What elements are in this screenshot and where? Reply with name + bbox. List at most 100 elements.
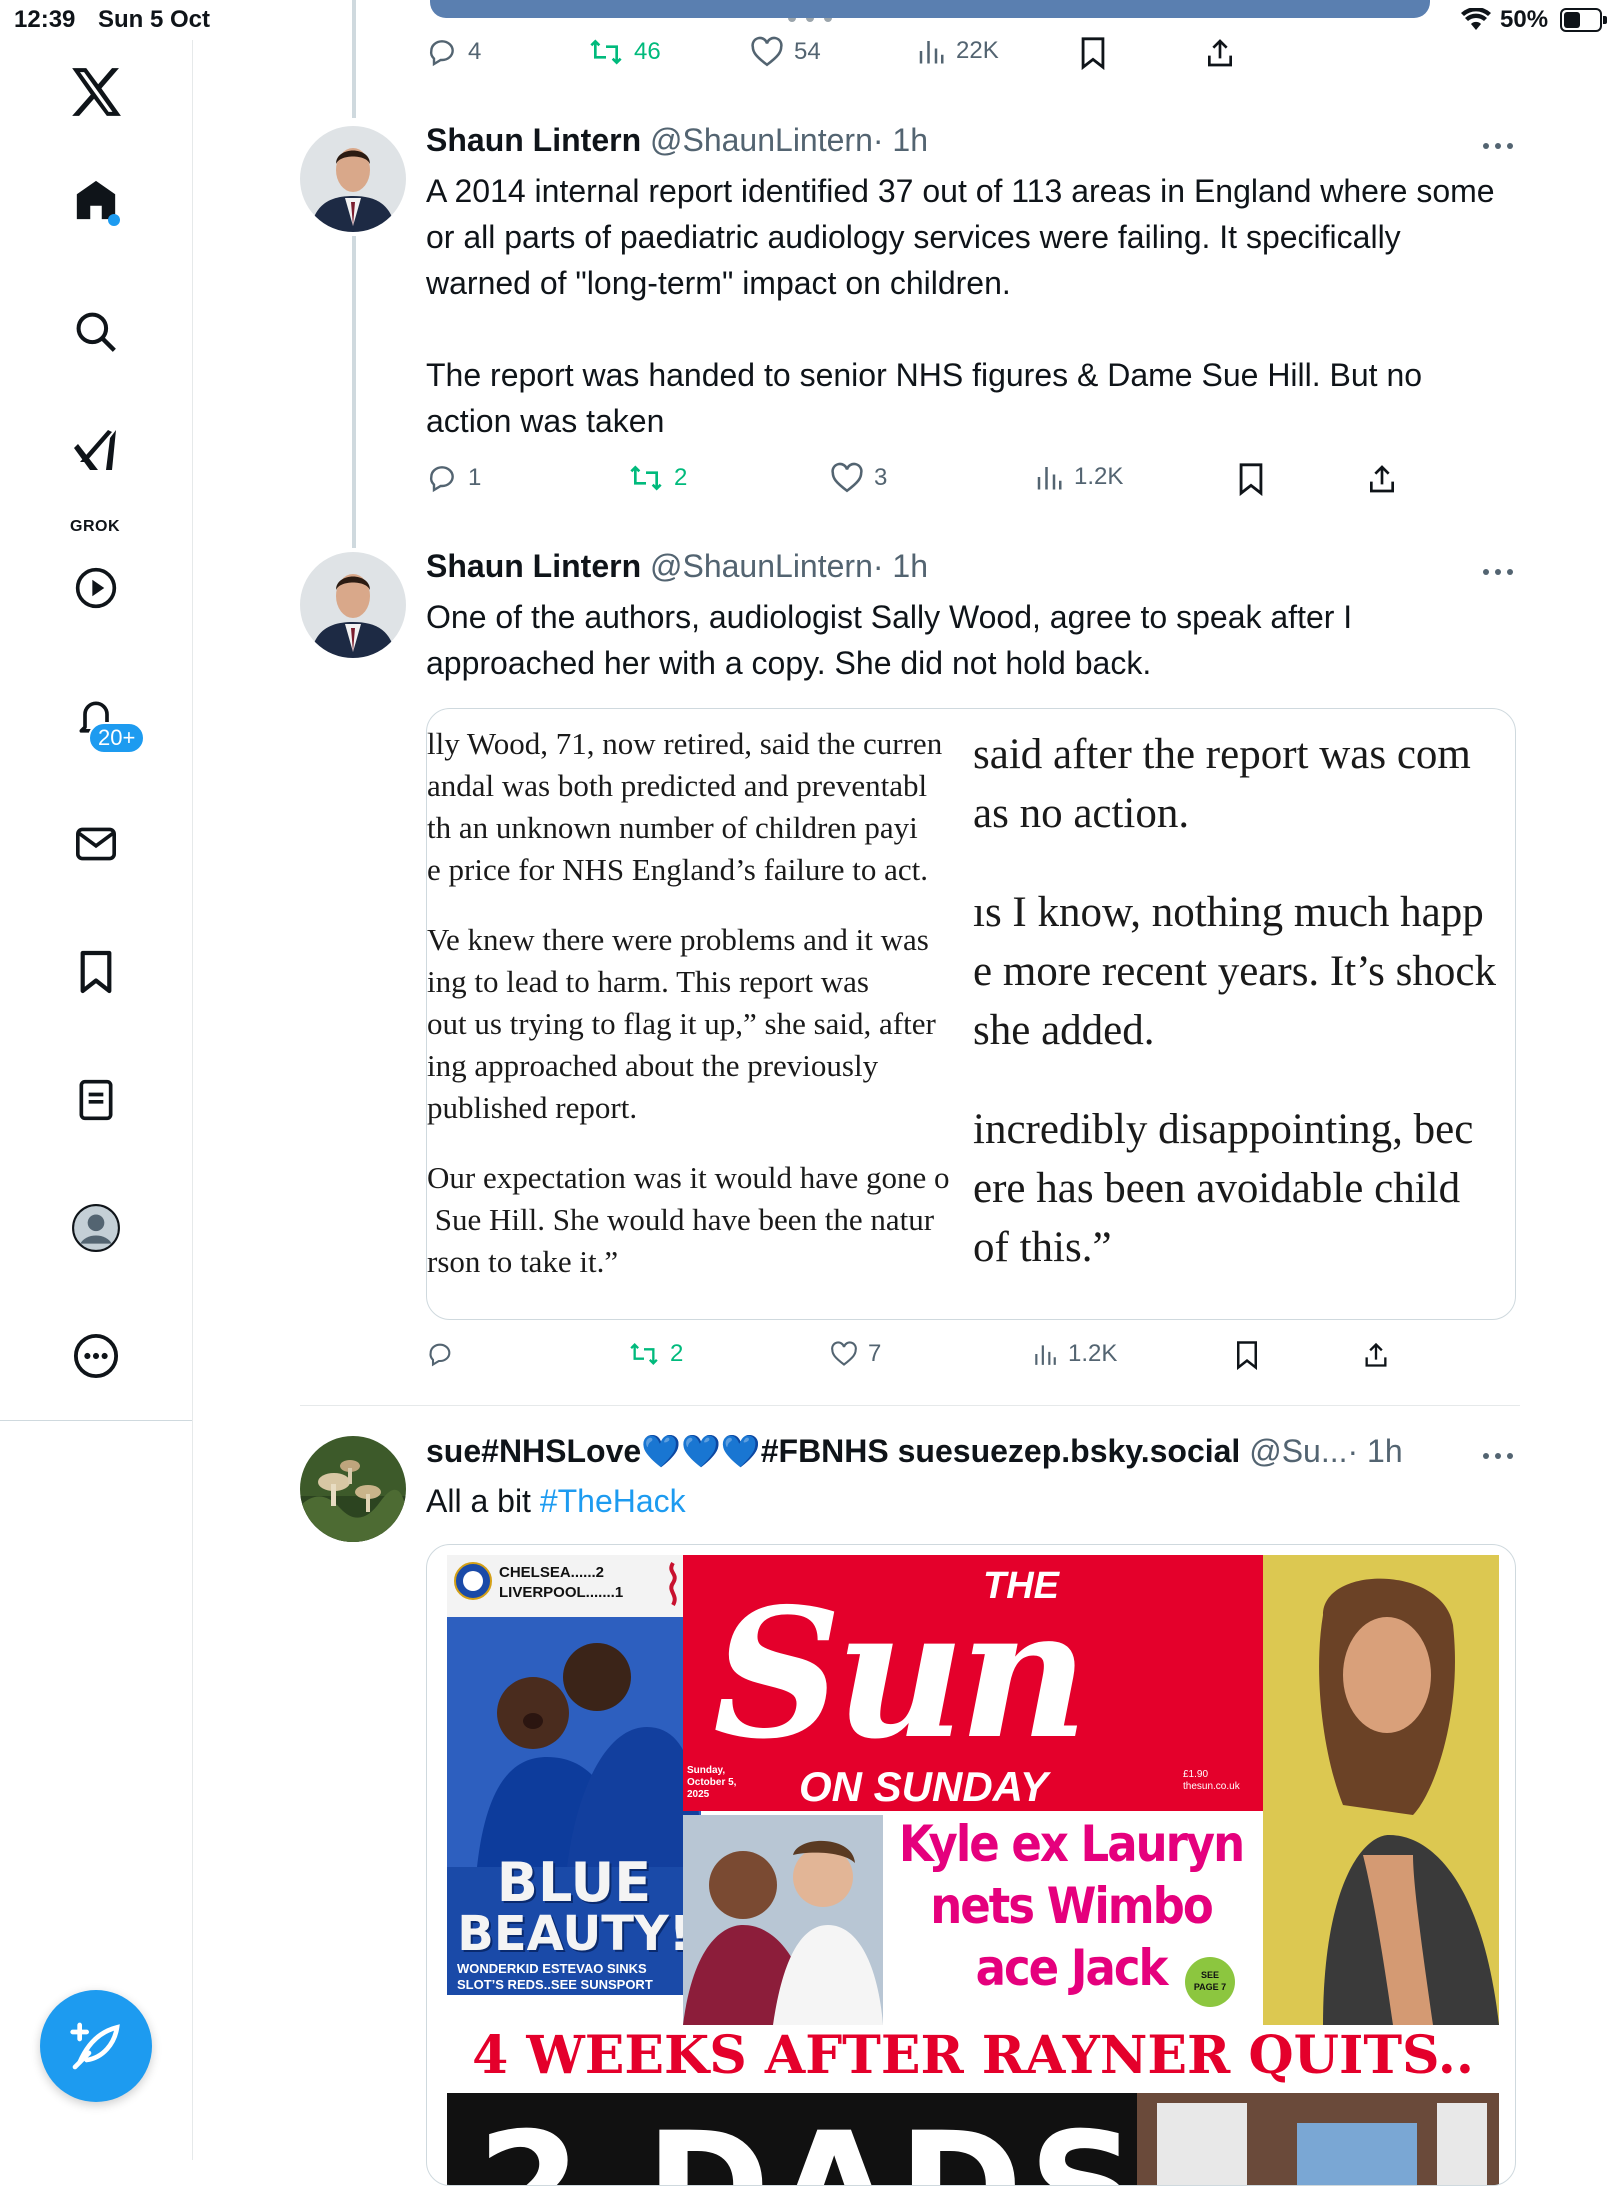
bookmark-icon [1239,463,1263,496]
reply-icon [429,40,454,67]
retweet-icon [630,1343,658,1365]
bookmark-button[interactable] [1078,36,1108,70]
views-chart-icon [919,41,944,64]
tweet-more-button[interactable] [1482,126,1514,158]
tweet-header: Shaun Lintern @ShaunLintern· 1h [426,122,928,159]
author-name[interactable]: Shaun Lintern [426,122,641,158]
lists-icon[interactable] [66,1070,126,1130]
thread-line [352,236,356,548]
views-chart-icon [1037,467,1062,490]
views-button[interactable]: 1.2K [1032,1340,1117,1368]
tweet-text: A 2014 internal report identified 37 out… [426,173,1495,439]
like-button[interactable]: 54 [750,36,821,68]
author-name[interactable]: Shaun Lintern [426,548,641,584]
tweet-more-button[interactable] [1482,1436,1514,1468]
score-home: CHELSEA......2 [499,1564,605,1581]
avatar[interactable] [300,552,406,658]
x-logo-icon[interactable] [66,62,126,122]
bookmark-button[interactable] [1234,1340,1260,1370]
retweet-button[interactable]: 46 [588,36,661,68]
tweet-time[interactable]: · 1h [873,548,928,584]
more-options-circle-icon[interactable] [66,1326,126,1386]
tweet-action-bar: 4 46 54 22K [426,36,1246,76]
profile-avatar-icon[interactable] [66,1198,126,1258]
avatar[interactable] [300,1436,406,1542]
like-count: 3 [874,464,888,491]
retweet-icon [590,39,622,65]
reply-button[interactable] [426,1340,464,1368]
heart-icon [751,36,783,67]
hashtag-link[interactable]: #TheHack [540,1483,686,1519]
newspaper-front-page-image[interactable]: CHELSEA......2 LIVERPOOL.......1 BLUE BE… [426,1544,1516,2186]
see-page-badge: SEE PAGE 7 [1185,1957,1235,2007]
issue-price: £1.90 thesun.co.uk [1183,1769,1240,1792]
previous-media-image[interactable] [430,0,1430,18]
retweet-icon [630,465,662,491]
bookmarks-icon[interactable] [66,942,126,1002]
home-unread-dot [108,214,120,226]
sidebar-divider [0,1420,192,1421]
tweet-header: Shaun Lintern @ShaunLintern· 1h [426,548,928,585]
retweet-button[interactable]: 2 [628,1340,683,1368]
heart-icon [831,1341,857,1366]
battery-percent: 50% [1500,6,1549,33]
tweet-separator [300,1405,1520,1406]
article-paragraph: lly Wood, 71, now retired, said the curr… [427,726,943,887]
author-handle[interactable]: @ShaunLintern [650,122,873,158]
search-icon[interactable] [66,302,126,362]
share-button[interactable] [1366,462,1398,496]
tweet-time[interactable]: · 1h [1348,1433,1403,1469]
grok-icon[interactable] [66,420,126,480]
article-left-column: lly Wood, 71, now retired, said the curr… [427,709,967,1319]
reply-count: 4 [468,38,482,65]
article-paragraph: Ve knew there were problems and it was i… [427,922,936,1125]
compose-feather-icon [70,2022,120,2070]
like-button[interactable]: 7 [830,1340,881,1368]
issue-date: Sunday, October 5, 2025 [687,1765,737,1800]
avatar[interactable] [300,126,406,232]
video-play-icon[interactable] [66,558,126,618]
left-headline-line-2: BEAUTY! [457,1906,691,1962]
wifi-icon [1461,8,1491,30]
article-paragraph: Our expectation was it would have gone o… [427,1160,950,1279]
views-button[interactable]: 22K [916,36,999,66]
banner-headline: 4 WEEKS AFTER RAYNER QUITS.. [472,2025,1474,2086]
tweet-time[interactable]: · 1h [873,122,928,158]
thread-line [352,0,356,118]
retweet-button[interactable]: 2 [628,462,687,494]
like-button[interactable]: 3 [830,462,887,494]
views-button[interactable]: 1.2K [1034,462,1123,492]
views-chart-icon [1035,1345,1056,1365]
tweet-header: sue#NHSLove💙💙💙#FBNHS suesuezep.bsky.soci… [426,1432,1403,1470]
messages-envelope-icon[interactable] [66,814,126,874]
tweet-action-bar: 2 7 1.2K [426,1340,1406,1380]
author-name[interactable]: sue#NHSLove💙💙💙#FBNHS suesuezep.bsky.soci… [426,1433,1240,1469]
tweet-text: All a bit #TheHack [426,1478,1496,1524]
views-count: 1.2K [1074,463,1124,490]
compose-post-button[interactable] [40,1990,152,2102]
author-handle[interactable]: @Su... [1249,1433,1347,1469]
share-button[interactable] [1362,1340,1390,1370]
more-dots-icon [1483,143,1513,149]
bookmark-button[interactable] [1236,462,1266,496]
bookmark-icon [1237,1341,1257,1370]
tweet-action-bar: 1 2 3 1.2K [426,462,1406,502]
reply-button[interactable]: 1 [426,462,481,494]
share-button[interactable] [1204,36,1236,70]
sidebar-nav: GROK 20+ [0,40,193,2160]
footballer-kyle-photo [683,1815,883,2025]
sports-panel: CHELSEA......2 LIVERPOOL.......1 BLUE BE… [447,1555,701,1995]
notifications-badge: 20+ [88,722,146,754]
article-paragraph: ıs I know, nothing much happ e more rece… [973,889,1496,1054]
heart-icon [831,462,863,493]
left-subheadline: WONDERKID ESTEVAO SINKS SLOT’S REDS..SEE… [457,1961,653,1992]
sun-masthead: THE Sun Sunday, October 5, 2025 ON SUNDA… [683,1555,1263,1811]
article-right-column: said after the report was com as no acti… [973,709,1513,1319]
reply-button[interactable]: 4 [426,36,481,68]
main-headline: 2 DADS [477,2113,1143,2185]
article-screenshot-image[interactable]: lly Wood, 71, now retired, said the curr… [426,708,1516,1320]
grok-label: GROK [70,518,120,535]
author-handle[interactable]: @ShaunLintern [650,548,873,584]
left-headline-line-1: BLUE [496,1851,652,1914]
tweet-more-button[interactable] [1482,552,1514,584]
